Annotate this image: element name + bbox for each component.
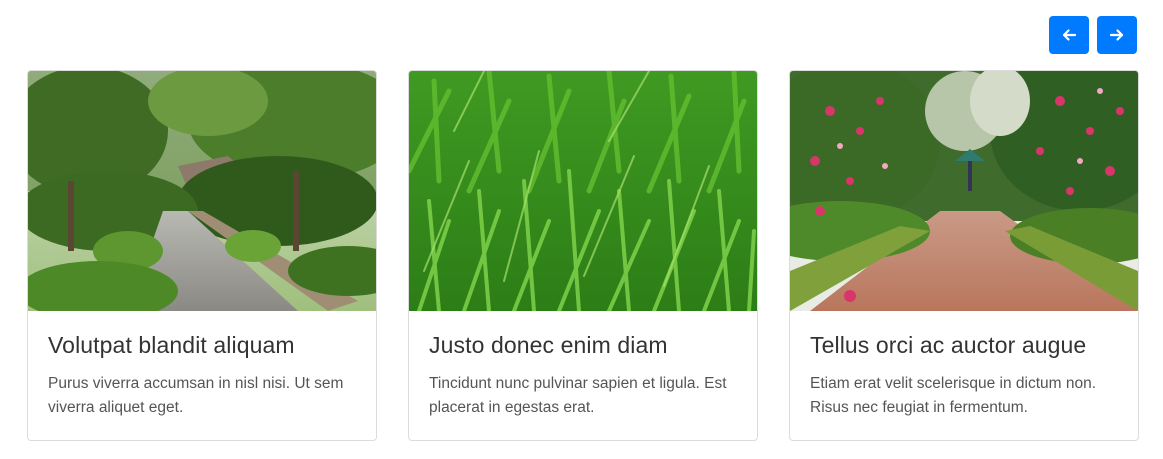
card-text: Tincidunt nunc pulvinar sapien et ligula… [429,375,727,416]
card-body: Volutpat blandit aliquam Purus viverra a… [28,311,376,420]
card-list: Volutpat blandit aliquam Purus viverra a… [27,70,1139,441]
card[interactable]: Justo donec enim diam Tincidunt nunc pul… [408,70,758,441]
card-text: Etiam erat velit scelerisque in dictum n… [810,375,1097,416]
card[interactable]: Volutpat blandit aliquam Purus viverra a… [27,70,377,441]
card-title: Tellus orci ac auctor augue [810,332,1087,358]
card-title: Volutpat blandit aliquam [48,332,295,358]
carousel-controls [1049,16,1137,54]
next-button[interactable] [1097,16,1137,54]
garden-path-photo [28,71,376,311]
card-body: Justo donec enim diam Tincidunt nunc pul… [409,311,757,420]
card[interactable]: Tellus orci ac auctor augue Etiam erat v… [789,70,1139,441]
card-body: Tellus orci ac auctor augue Etiam erat v… [790,311,1138,420]
card-text: Purus viverra accumsan in nisl nisi. Ut … [48,375,344,416]
prev-button[interactable] [1049,16,1089,54]
arrow-right-icon [1109,29,1124,41]
carousel-section: Volutpat blandit aliquam Purus viverra a… [0,0,1163,459]
arrow-left-icon [1062,29,1077,41]
card-title: Justo donec enim diam [429,332,668,358]
grass-closeup-photo [409,71,757,311]
flower-garden-path-photo [790,71,1138,311]
